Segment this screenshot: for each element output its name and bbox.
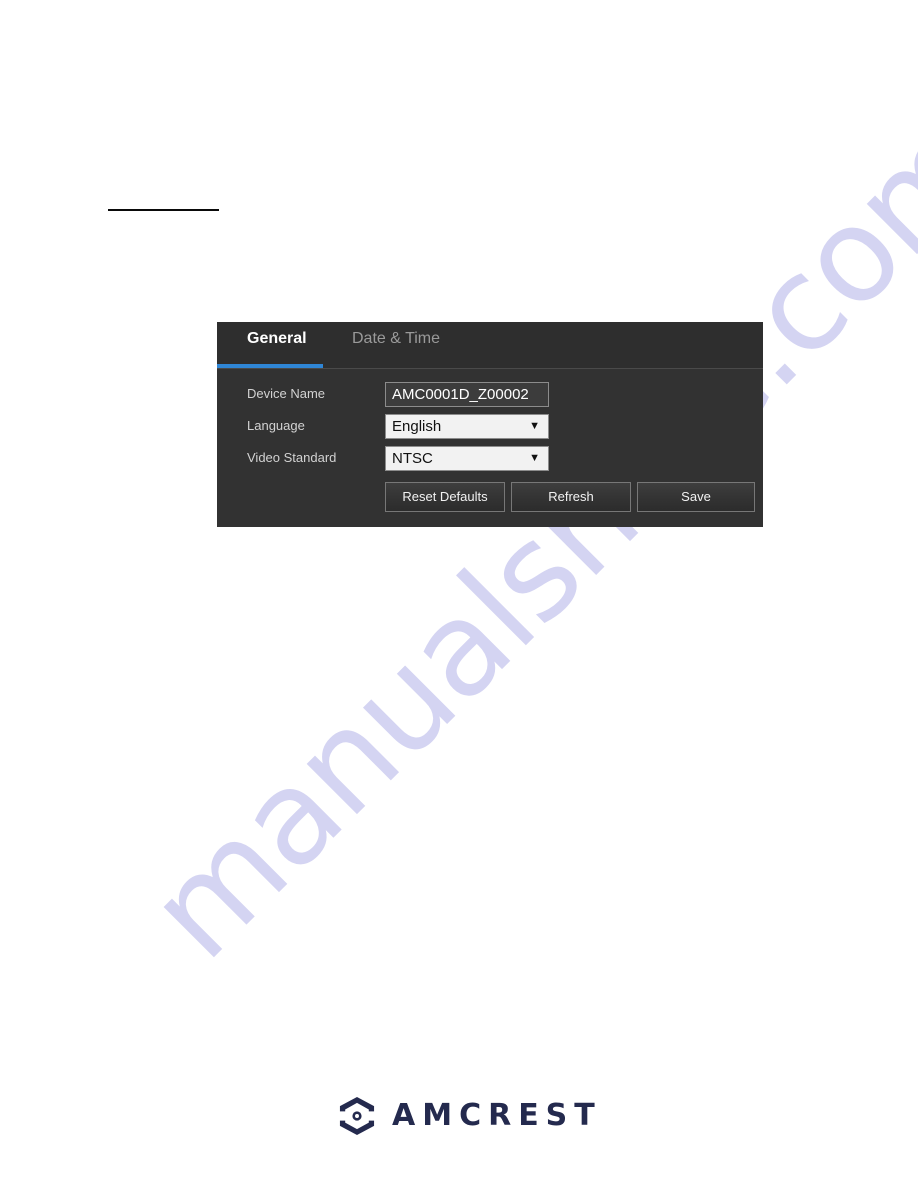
device-name-input[interactable] <box>385 382 549 407</box>
watermark-text: manualshive.com <box>120 88 918 988</box>
tab-general[interactable]: General <box>247 330 307 348</box>
settings-panel: General Date & Time Device Name Language… <box>217 322 763 527</box>
footer-logo: AMCREST <box>336 1093 595 1139</box>
amcrest-wordmark: AMCREST <box>392 1098 602 1133</box>
form-row-device-name: Device Name <box>217 382 763 408</box>
label-video-standard: Video Standard <box>247 450 337 465</box>
chevron-down-icon: ▼ <box>529 452 540 464</box>
active-tab-indicator <box>217 364 323 368</box>
language-select[interactable]: English ▼ <box>385 414 549 439</box>
label-language: Language <box>247 418 305 433</box>
chevron-down-icon: ▼ <box>529 420 540 432</box>
language-select-value: English <box>392 418 442 435</box>
tab-date-and-time[interactable]: Date & Time <box>352 330 440 348</box>
panel-button-row: Reset Defaults Refresh Save <box>385 482 755 512</box>
section-heading-underline <box>108 209 219 211</box>
amcrest-hexagon-logo-icon <box>339 1096 375 1136</box>
refresh-button[interactable]: Refresh <box>511 482 631 512</box>
video-standard-select-value: NTSC <box>392 450 433 467</box>
reset-defaults-button[interactable]: Reset Defaults <box>385 482 505 512</box>
watermark-layer: manualshive.com <box>0 0 918 1188</box>
label-device-name: Device Name <box>247 386 326 401</box>
video-standard-select[interactable]: NTSC ▼ <box>385 446 549 471</box>
save-button[interactable]: Save <box>637 482 755 512</box>
form-row-video-standard: Video Standard NTSC ▼ <box>217 446 763 472</box>
form-row-language: Language English ▼ <box>217 414 763 440</box>
panel-body: Device Name Language English ▼ Video Sta… <box>217 369 763 527</box>
panel-tab-bar: General Date & Time <box>217 322 763 369</box>
